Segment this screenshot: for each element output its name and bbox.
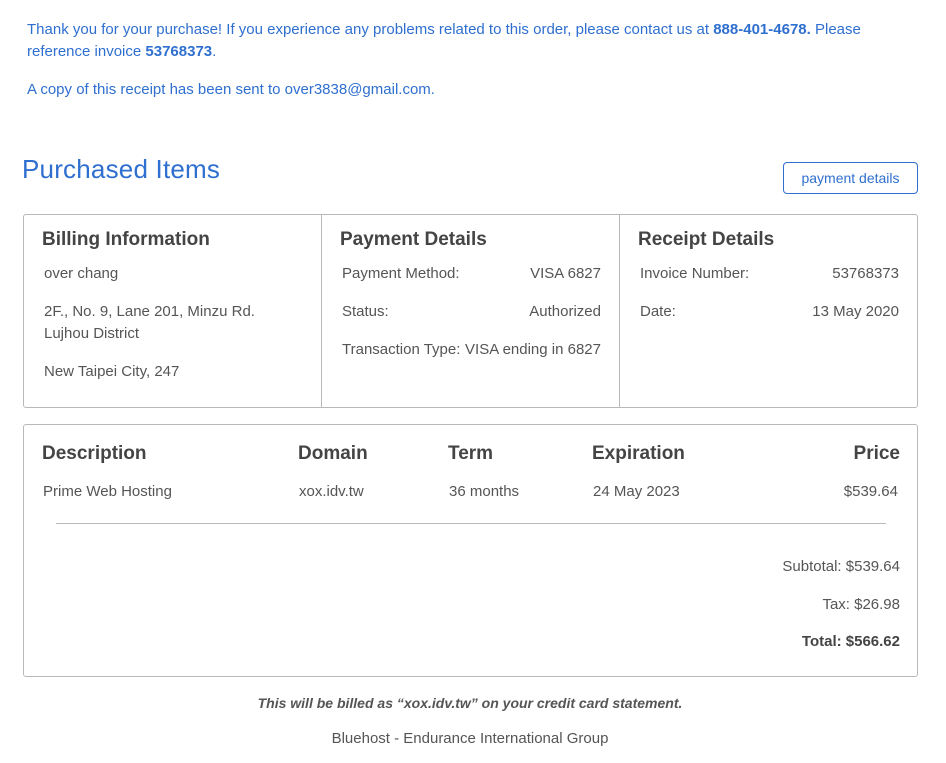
receipt-heading: Receipt Details (638, 229, 775, 250)
receipt-copy-notice: A copy of this receipt has been sent to … (27, 81, 435, 98)
purchase-notice: Thank you for your purchase! If you expe… (27, 19, 907, 63)
notice-period: . (212, 43, 217, 60)
column-header-description: Description (42, 443, 147, 464)
notice-text: Thank you for your purchase! If you expe… (27, 21, 714, 38)
payment-method-value: VISA 6827 (530, 265, 601, 282)
item-term: 36 months (449, 483, 520, 500)
invoice-number-label: Invoice Number: (640, 265, 750, 282)
payment-status-value: Authorized (529, 303, 601, 320)
receipt-date-row: Date: 13 May 2020 (640, 301, 899, 323)
page-title: Purchased Items (22, 154, 221, 184)
payment-method-row: Payment Method: VISA 6827 (342, 263, 601, 285)
transaction-type-label: Transaction Type: (342, 341, 461, 358)
payment-details: Payment Details Payment Method: VISA 682… (321, 215, 619, 407)
subtotal: Subtotal: $539.64 (782, 558, 900, 575)
billing-heading: Billing Information (42, 229, 210, 250)
transaction-type-value: VISA ending in 6827 (465, 341, 601, 358)
billing-city: New Taipei City, 247 (44, 363, 180, 380)
receipt-date-label: Date: (640, 303, 676, 320)
transaction-type-row: Transaction Type: VISA ending in 6827 (342, 339, 601, 361)
support-phone: 888-401-4678. (713, 21, 811, 38)
column-header-price: Price (853, 443, 900, 464)
receipt-details: Receipt Details Invoice Number: 53768373… (619, 215, 917, 407)
total: Total: $566.62 (801, 633, 900, 650)
billing-statement-note: This will be billed as “xox.idv.tw” on y… (257, 695, 683, 711)
column-header-domain: Domain (298, 443, 368, 464)
item-price: $539.64 (843, 483, 898, 500)
column-header-term: Term (448, 443, 494, 464)
payment-method-label: Payment Method: (342, 265, 460, 282)
payment-status-label: Status: (342, 303, 389, 320)
item-description: Prime Web Hosting (43, 483, 172, 500)
table-divider (56, 523, 886, 524)
purchased-items-table: Description Domain Term Expiration Price… (23, 424, 918, 677)
payment-heading: Payment Details (340, 229, 487, 250)
order-info-panel: Billing Information over chang 2F., No. … (23, 214, 918, 408)
invoice-number-value: 53768373 (832, 265, 899, 282)
invoice-number-row: Invoice Number: 53768373 (640, 263, 899, 285)
payment-status-row: Status: Authorized (342, 301, 601, 323)
column-header-expiration: Expiration (592, 443, 685, 464)
billing-address: 2F., No. 9, Lane 201, Minzu Rd. Lujhou D… (44, 303, 255, 342)
payment-details-button[interactable]: payment details (783, 162, 918, 194)
item-domain: xox.idv.tw (299, 483, 364, 500)
item-expiration: 24 May 2023 (593, 483, 680, 500)
footer-company: Bluehost - Endurance International Group (331, 730, 609, 747)
billing-information: Billing Information over chang 2F., No. … (24, 215, 321, 407)
billing-name: over chang (44, 265, 119, 282)
invoice-number-highlight: 53768373 (145, 43, 213, 60)
receipt-date-value: 13 May 2020 (812, 303, 899, 320)
tax: Tax: $26.98 (822, 596, 900, 613)
